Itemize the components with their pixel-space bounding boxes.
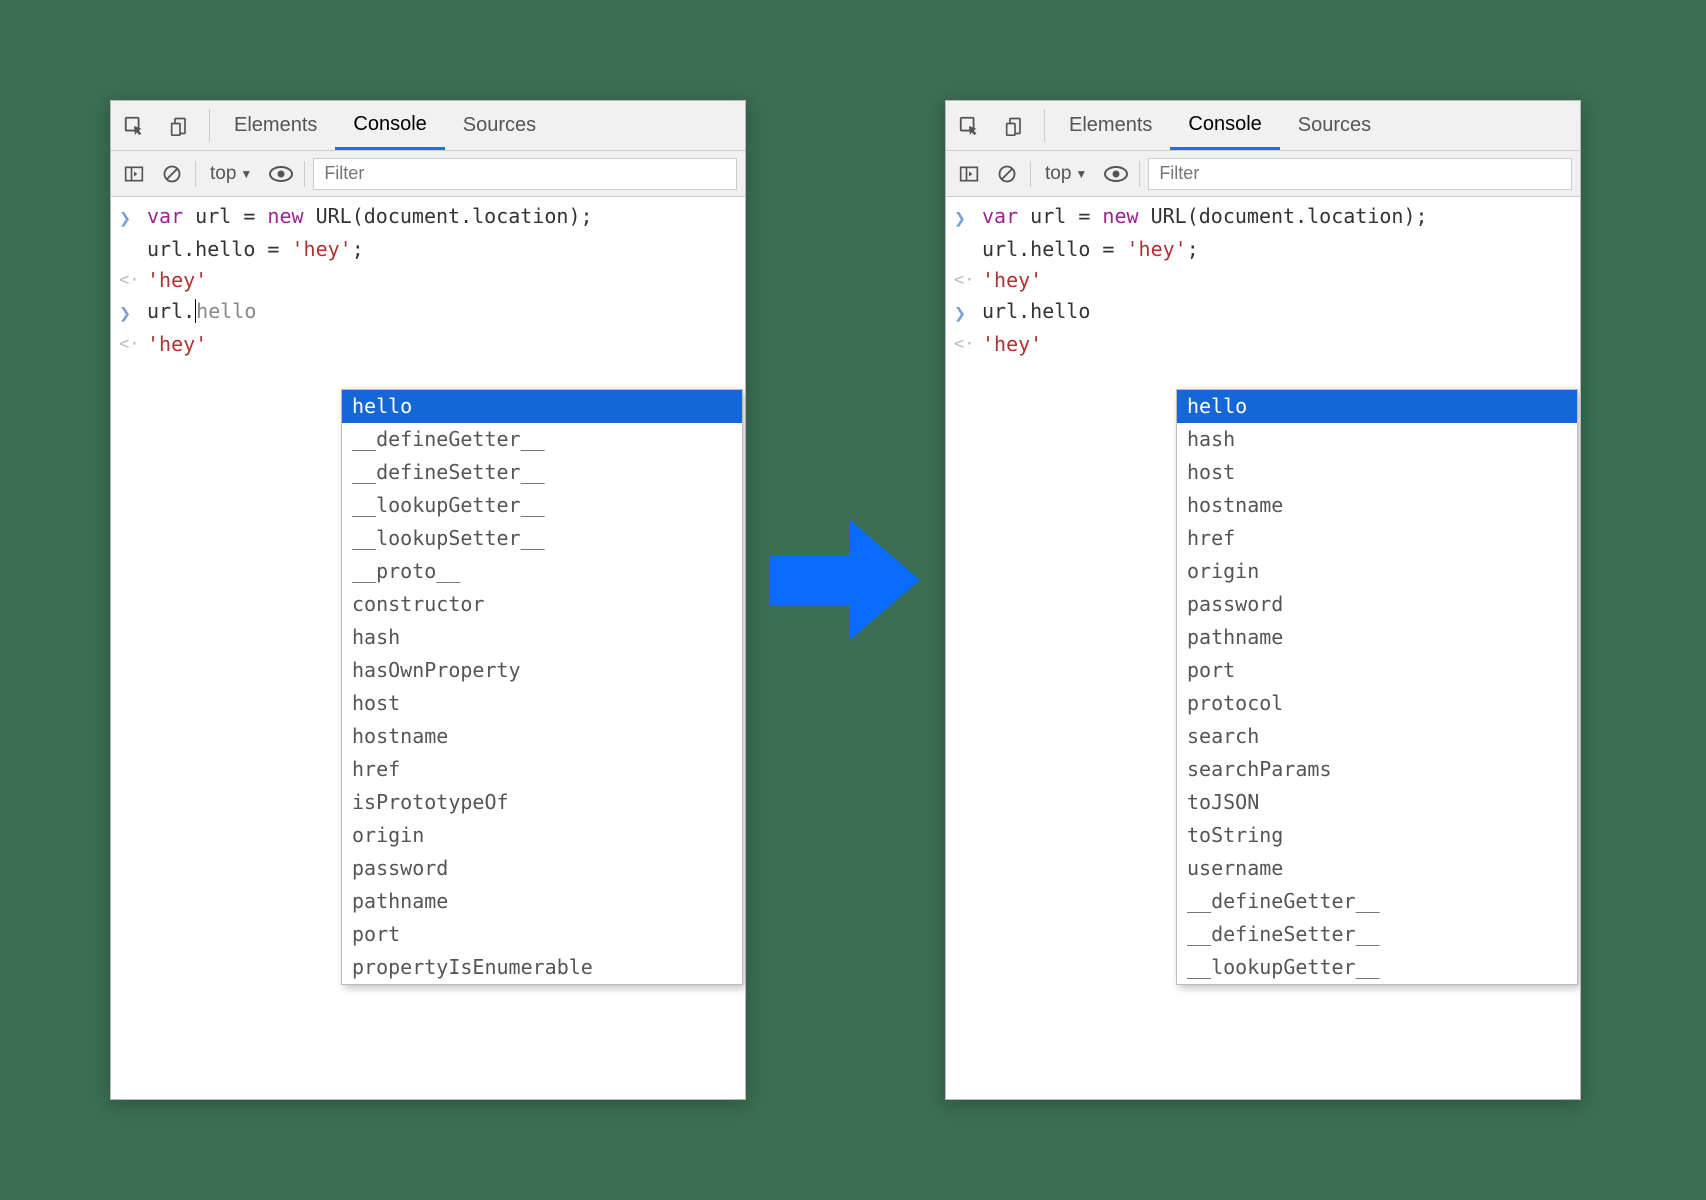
console-input[interactable]: url.hello [147,296,737,329]
sidebar-toggle-icon[interactable] [954,159,984,189]
autocomplete-item[interactable]: propertyIsEnumerable [342,951,742,984]
return-icon: <· [954,329,982,360]
autocomplete-item[interactable]: hostname [342,720,742,753]
tab-elements[interactable]: Elements [1051,101,1170,150]
console-input[interactable]: url.hello [982,296,1572,329]
divider [304,161,305,187]
autocomplete-item[interactable]: password [342,852,742,885]
autocomplete-item[interactable]: searchParams [1177,753,1577,786]
autocomplete-item[interactable]: protocol [1177,687,1577,720]
tab-elements[interactable]: Elements [216,101,335,150]
autocomplete-item[interactable]: __defineGetter__ [1177,885,1577,918]
autocomplete-popup: hellohashhosthostnamehreforiginpasswordp… [1176,389,1578,985]
chevron-down-icon: ▼ [240,167,252,181]
autocomplete-item[interactable]: toJSON [1177,786,1577,819]
code-line: url.hello = 'hey'; [147,234,737,265]
console-toolbar: top ▼ [946,151,1580,197]
filter-input[interactable] [313,158,737,190]
devtools-panel-right: Elements Console Sources top ▼ [945,100,1581,1100]
autocomplete-item[interactable]: __lookupGetter__ [1177,951,1577,984]
tab-strip: Elements Console Sources [111,101,745,151]
autocomplete-item[interactable]: hash [1177,423,1577,456]
code-line: var url = new URL(document.location); [147,201,737,234]
eager-eval: 'hey' [147,329,737,360]
tab-sources[interactable]: Sources [1280,101,1389,150]
autocomplete-item[interactable]: toString [1177,819,1577,852]
console-body: ❯ var url = new URL(document.location); … [946,197,1580,360]
arrow-icon [770,520,920,640]
devtools-panel-left: Elements Console Sources top ▼ [110,100,746,1100]
code-line: url.hello = 'hey'; [982,234,1572,265]
autocomplete-item[interactable]: __defineSetter__ [342,456,742,489]
autocomplete-item[interactable]: hello [342,390,742,423]
tab-sources[interactable]: Sources [445,101,554,150]
inspect-icon[interactable] [946,101,992,150]
autocomplete-item[interactable]: __defineGetter__ [342,423,742,456]
sidebar-toggle-icon[interactable] [119,159,149,189]
prompt-icon: ❯ [119,296,147,329]
autocomplete-item[interactable]: constructor [342,588,742,621]
prompt-icon: ❯ [954,201,982,234]
console-body: ❯ var url = new URL(document.location); … [111,197,745,360]
return-value: 'hey' [147,265,737,296]
autocomplete-item[interactable]: origin [1177,555,1577,588]
divider [1139,161,1140,187]
divider [209,109,210,142]
divider [195,161,196,187]
autocomplete-item[interactable]: hasOwnProperty [342,654,742,687]
eager-eval: 'hey' [982,329,1572,360]
autocomplete-item[interactable]: hash [342,621,742,654]
autocomplete-item[interactable]: __defineSetter__ [1177,918,1577,951]
context-selector[interactable]: top ▼ [204,163,258,185]
autocomplete-item[interactable]: port [1177,654,1577,687]
autocomplete-item[interactable]: href [342,753,742,786]
live-expression-icon[interactable] [1101,159,1131,189]
context-label: top [210,163,236,185]
context-label: top [1045,163,1071,185]
autocomplete-item[interactable]: host [1177,456,1577,489]
autocomplete-item[interactable]: isPrototypeOf [342,786,742,819]
context-selector[interactable]: top ▼ [1039,163,1093,185]
clear-console-icon[interactable] [992,159,1022,189]
prompt-icon: ❯ [119,201,147,234]
autocomplete-item[interactable]: origin [342,819,742,852]
inspect-icon[interactable] [111,101,157,150]
chevron-down-icon: ▼ [1075,167,1087,181]
prompt-icon: ❯ [954,296,982,329]
return-value: 'hey' [982,265,1572,296]
tab-strip: Elements Console Sources [946,101,1580,151]
autocomplete-item[interactable]: __proto__ [342,555,742,588]
divider [1044,109,1045,142]
autocomplete-list[interactable]: hellohashhosthostnamehreforiginpasswordp… [1177,390,1577,984]
autocomplete-item[interactable]: pathname [342,885,742,918]
autocomplete-item[interactable]: search [1177,720,1577,753]
autocomplete-item[interactable]: __lookupSetter__ [342,522,742,555]
console-toolbar: top ▼ [111,151,745,197]
device-icon[interactable] [992,101,1038,150]
autocomplete-item[interactable]: username [1177,852,1577,885]
return-icon: <· [119,329,147,360]
autocomplete-item[interactable]: hello [1177,390,1577,423]
autocomplete-list[interactable]: hello__defineGetter____defineSetter____l… [342,390,742,984]
tab-console[interactable]: Console [1170,101,1279,150]
tab-console[interactable]: Console [335,101,444,150]
autocomplete-item[interactable]: href [1177,522,1577,555]
autocomplete-item[interactable]: pathname [1177,621,1577,654]
autocomplete-item[interactable]: hostname [1177,489,1577,522]
live-expression-icon[interactable] [266,159,296,189]
autocomplete-item[interactable]: port [342,918,742,951]
divider [1030,161,1031,187]
autocomplete-popup: hello__defineGetter____defineSetter____l… [341,389,743,985]
device-icon[interactable] [157,101,203,150]
filter-input[interactable] [1148,158,1572,190]
autocomplete-item[interactable]: host [342,687,742,720]
code-line: var url = new URL(document.location); [982,201,1572,234]
autocomplete-item[interactable]: __lookupGetter__ [342,489,742,522]
autocomplete-item[interactable]: password [1177,588,1577,621]
return-icon: <· [119,265,147,296]
return-icon: <· [954,265,982,296]
clear-console-icon[interactable] [157,159,187,189]
